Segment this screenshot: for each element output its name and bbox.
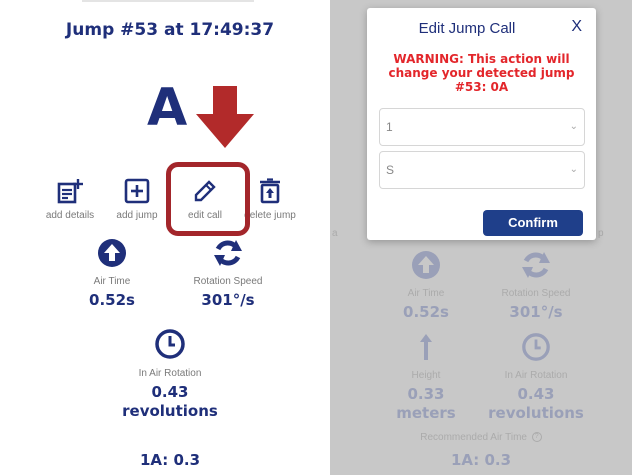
add-jump-button[interactable]: add jump: [112, 178, 162, 221]
down-arrow-icon: [196, 86, 254, 148]
in-air-rotation-value: 0.43 revolutions: [120, 383, 220, 421]
jump-type-value: S: [386, 163, 395, 177]
in-air-rotation-number: 0.43: [151, 383, 189, 401]
delete-jump-label: delete jump: [244, 210, 296, 221]
edit-call-screen: a p Air Time 0.52s Rotation Speed 301°/s…: [330, 0, 632, 475]
close-button[interactable]: X: [571, 18, 582, 36]
chevron-down-icon: ⌄: [569, 164, 578, 175]
height-stat-dim: Height 0.33 meters: [386, 332, 466, 423]
air-time-value: 0.52s: [403, 303, 449, 321]
rotation-count-value: 1: [386, 120, 393, 134]
chevron-down-icon: ⌄: [569, 121, 578, 132]
air-time-stat: Air Time 0.52s: [72, 238, 152, 309]
top-divider: [82, 0, 254, 2]
in-air-rotation-stat: In Air Rotation 0.43 revolutions: [120, 328, 220, 421]
in-air-rotation-label: In Air Rotation: [138, 368, 202, 379]
jump-call-summary: 1A: 0.3: [450, 451, 512, 469]
height-number: 0.33: [407, 385, 445, 403]
rotate-icon: [522, 252, 550, 278]
edit-call-highlight: [166, 162, 250, 236]
height-value: 0.33 meters: [386, 385, 466, 423]
jump-call-summary: 1A: 0.3: [139, 451, 201, 469]
recommended-air-time: Recommended Air Time ?: [330, 432, 632, 443]
add-jump-icon: [124, 178, 150, 204]
height-unit: meters: [396, 403, 456, 422]
up-arrow-icon: [420, 334, 432, 360]
add-details-label: add details: [45, 210, 95, 221]
air-time-label: Air Time: [407, 288, 445, 299]
rotation-speed-label: Rotation Speed: [501, 288, 571, 299]
jump-title: Jump #53 at 17:49:37: [65, 20, 275, 40]
rotate-icon: [214, 240, 242, 266]
up-arrow-circle-icon: [412, 251, 440, 279]
add-jump-label: add jump: [116, 210, 158, 221]
dialog-title: Edit Jump Call: [418, 20, 516, 37]
edit-jump-call-dialog: Edit Jump Call X WARNING: This action wi…: [367, 8, 596, 240]
rotation-speed-stat: Rotation Speed 301°/s: [178, 238, 278, 309]
in-air-rotation-stat-dim: In Air Rotation 0.43 revolutions: [486, 332, 586, 423]
in-air-rotation-label: In Air Rotation: [504, 370, 568, 381]
air-time-stat-dim: Air Time 0.52s: [386, 250, 466, 321]
rotation-speed-value: 301°/s: [201, 291, 255, 309]
rotation-count-select[interactable]: 1 ⌄: [379, 108, 585, 146]
rotation-speed-label: Rotation Speed: [193, 276, 263, 287]
rotation-speed-value: 301°/s: [509, 303, 563, 321]
add-details-icon: [57, 179, 83, 204]
in-air-rotation-value: 0.43 revolutions: [486, 385, 586, 423]
trash-icon: [260, 178, 280, 204]
up-arrow-circle-icon: [98, 239, 126, 267]
in-air-rotation-number: 0.43: [517, 385, 555, 403]
jump-detail-panel: Jump #53 at 17:49:37 A add details add j…: [0, 0, 340, 475]
warning-message: WARNING: This action will change your de…: [388, 52, 575, 94]
confirm-button[interactable]: Confirm: [483, 210, 583, 236]
hidden-label-fragment: a: [332, 228, 338, 239]
air-time-label: Air Time: [93, 276, 131, 287]
in-air-rotation-unit: revolutions: [488, 403, 584, 422]
recommended-air-time-label: Recommended Air Time: [420, 432, 527, 443]
in-air-rotation-unit: revolutions: [122, 401, 218, 420]
add-details-button[interactable]: add details: [40, 178, 100, 221]
clock-icon: [522, 333, 550, 361]
clock-icon: [155, 329, 185, 359]
height-label: Height: [411, 370, 441, 381]
rotation-speed-stat-dim: Rotation Speed 301°/s: [486, 250, 586, 321]
help-icon[interactable]: ?: [531, 432, 542, 443]
hidden-label-fragment-right: p: [598, 228, 604, 239]
air-time-value: 0.52s: [89, 291, 135, 309]
annotation-letter: A: [147, 78, 188, 138]
jump-type-select[interactable]: S ⌄: [379, 151, 585, 189]
